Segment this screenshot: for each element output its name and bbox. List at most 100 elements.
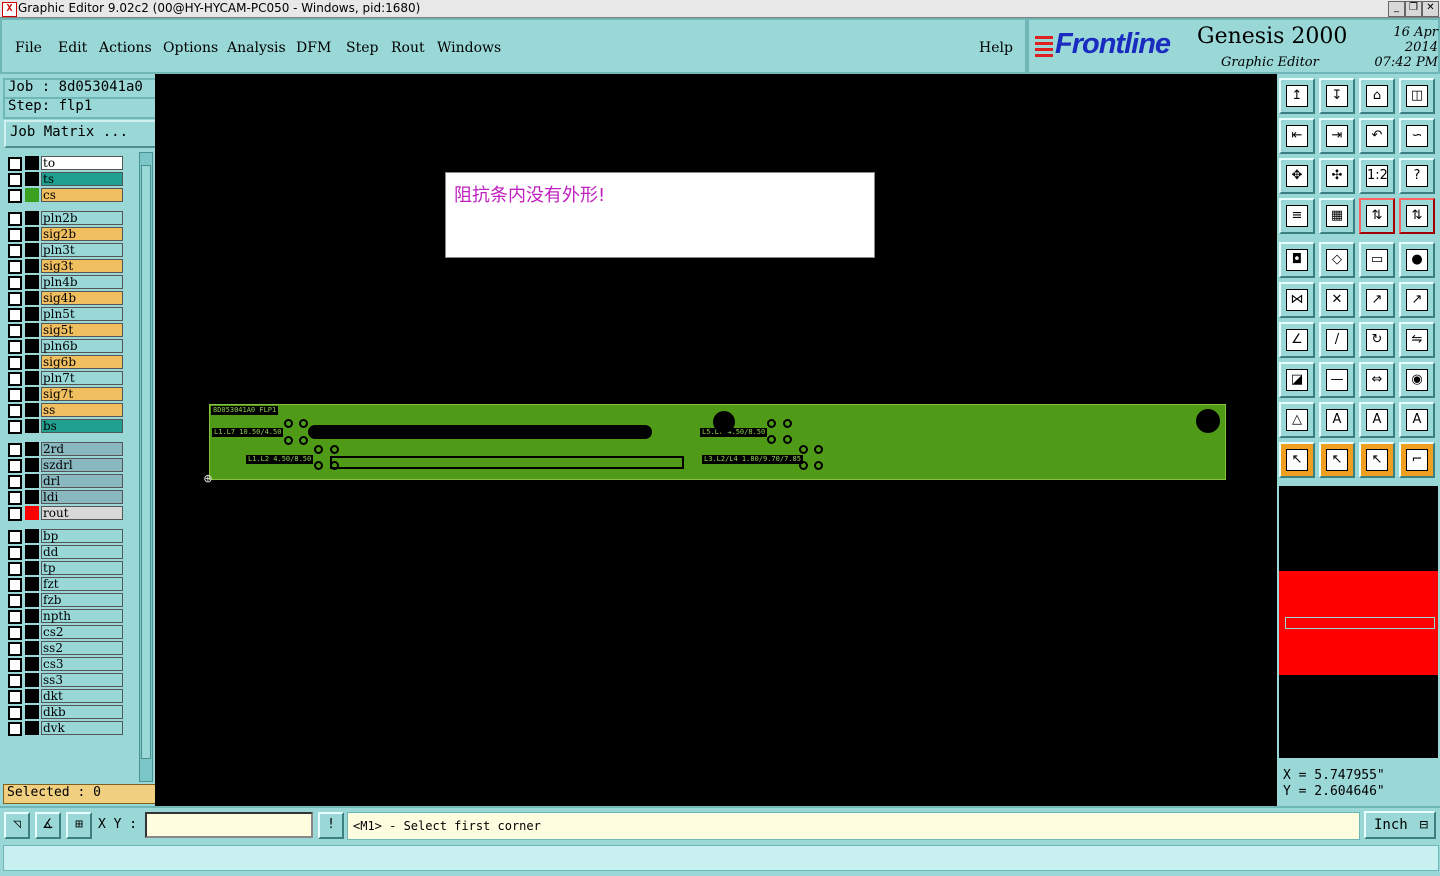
layer-visibility-checkbox[interactable] (8, 189, 22, 203)
graphic-canvas[interactable]: 阻抗条内没有外形! 8D053041A0 FLP1 L1.L7 10.50/4.… (155, 74, 1277, 806)
layer-color-swatch[interactable] (25, 387, 39, 401)
layer-name[interactable]: pln3t (41, 243, 123, 257)
layer-color-swatch[interactable] (25, 355, 39, 369)
layer-row-cs[interactable]: cs (5, 188, 125, 203)
layer-name[interactable]: bp (41, 529, 123, 543)
layer-color-swatch[interactable] (25, 291, 39, 305)
layer-color-swatch[interactable] (25, 657, 39, 671)
attribute-icon[interactable]: ◉ (1399, 362, 1435, 398)
layer-visibility-checkbox[interactable] (8, 388, 22, 402)
layer-row-pln3t[interactable]: pln3t (5, 243, 125, 258)
layer-name[interactable]: 2rd (41, 442, 123, 456)
layer-row-ss2[interactable]: ss2 (5, 641, 125, 656)
layer-color-swatch[interactable] (25, 419, 39, 433)
layer-row-pln2b[interactable]: pln2b (5, 211, 125, 226)
pan-right-icon[interactable]: ⇥ (1319, 118, 1355, 154)
menu-windows[interactable]: Windows (437, 40, 501, 56)
layer-name[interactable]: ldi (41, 490, 123, 504)
layer-visibility-checkbox[interactable] (8, 404, 22, 418)
layer-name[interactable]: sig3t (41, 259, 123, 273)
layer-color-swatch[interactable] (25, 307, 39, 321)
pcb-board[interactable]: 8D053041A0 FLP1 L1.L7 10.50/4.50 L1.L2 4… (209, 404, 1226, 480)
layer-row-fzb[interactable]: fzb (5, 593, 125, 608)
layer-name[interactable]: dvk (41, 721, 123, 735)
layer-row-2rd[interactable]: 2rd (5, 442, 125, 457)
layer-row-sig6b[interactable]: sig6b (5, 355, 125, 370)
ruler-icon[interactable]: ▭ (1359, 242, 1395, 278)
layer-color-swatch[interactable] (25, 474, 39, 488)
pointer-icon[interactable]: ↖ (1319, 442, 1355, 478)
grid-icon[interactable]: ⊞ (66, 812, 92, 839)
layer-color-swatch[interactable] (25, 490, 39, 504)
pan-left-icon[interactable]: ⇤ (1279, 118, 1315, 154)
layer-color-swatch[interactable] (25, 506, 39, 520)
menu-actions[interactable]: Actions (99, 40, 152, 56)
layer-visibility-checkbox[interactable] (8, 420, 22, 434)
layer-visibility-checkbox[interactable] (8, 324, 22, 338)
layer-name[interactable]: sig6b (41, 355, 123, 369)
text-icon[interactable]: A (1359, 402, 1395, 438)
layer-color-swatch[interactable] (25, 156, 39, 170)
layer-visibility-checkbox[interactable] (8, 212, 22, 226)
layer-name[interactable]: sig7t (41, 387, 123, 401)
layer-row-sig5t[interactable]: sig5t (5, 323, 125, 338)
minimize-button[interactable]: _ (1388, 1, 1405, 17)
layer-color-swatch[interactable] (25, 721, 39, 735)
layer-color-swatch[interactable] (25, 323, 39, 337)
layer-name[interactable]: dkb (41, 705, 123, 719)
select-icon[interactable]: ◘ (1279, 242, 1315, 278)
menu-help[interactable]: Help (979, 40, 1013, 56)
layer-color-swatch[interactable] (25, 339, 39, 353)
snap-red-icon[interactable]: ⇅ (1359, 198, 1395, 234)
layer-name[interactable]: fzb (41, 593, 123, 607)
layer-row-sig4b[interactable]: sig4b (5, 291, 125, 306)
menu-step[interactable]: Step (346, 40, 378, 56)
layer-color-swatch[interactable] (25, 275, 39, 289)
layer-name[interactable]: sig4b (41, 291, 123, 305)
layer-row-ss[interactable]: ss (5, 403, 125, 418)
menu-dfm[interactable]: DFM (296, 40, 331, 56)
layer-name[interactable]: rout (41, 506, 123, 520)
layer-visibility-checkbox[interactable] (8, 260, 22, 274)
route-icon[interactable]: ⌐ (1399, 442, 1435, 478)
layer-row-pln7t[interactable]: pln7t (5, 371, 125, 386)
layer-color-swatch[interactable] (25, 705, 39, 719)
layer-row-sig3t[interactable]: sig3t (5, 259, 125, 274)
layer-visibility-checkbox[interactable] (8, 610, 22, 624)
layer-name[interactable]: ss (41, 403, 123, 417)
layer-row-bp[interactable]: bp (5, 529, 125, 544)
undo-view-icon[interactable]: ↶ (1359, 118, 1395, 154)
layer-visibility-checkbox[interactable] (8, 722, 22, 736)
layer-visibility-checkbox[interactable] (8, 578, 22, 592)
menu-rout[interactable]: Rout (391, 40, 425, 56)
zoom-home-icon[interactable]: ↥ (1279, 78, 1315, 114)
layer-visibility-checkbox[interactable] (8, 562, 22, 576)
move-icon[interactable]: ◪ (1279, 362, 1315, 398)
layer-row-npth[interactable]: npth (5, 609, 125, 624)
layer-color-swatch[interactable] (25, 172, 39, 186)
layer-visibility-checkbox[interactable] (8, 292, 22, 306)
layer-visibility-checkbox[interactable] (8, 706, 22, 720)
layer-color-swatch[interactable] (25, 259, 39, 273)
layer-color-swatch[interactable] (25, 689, 39, 703)
text-icon[interactable]: A (1399, 402, 1435, 438)
layer-color-swatch[interactable] (25, 442, 39, 456)
overview-map[interactable] (1279, 486, 1438, 758)
layer-color-swatch[interactable] (25, 188, 39, 202)
layer-visibility-checkbox[interactable] (8, 642, 22, 656)
layer-name[interactable]: cs3 (41, 657, 123, 671)
snap-icon[interactable]: ◹ (4, 812, 30, 839)
zoom-ratio-icon[interactable]: 1:2 (1359, 158, 1395, 194)
layer-color-swatch[interactable] (25, 673, 39, 687)
cross-icon[interactable]: ✕ (1319, 282, 1355, 318)
alert-button[interactable]: ! (318, 812, 344, 839)
menu-options[interactable]: Options (163, 40, 218, 56)
layer-row-dd[interactable]: dd (5, 545, 125, 560)
segment-icon[interactable]: — (1319, 362, 1355, 398)
display-settings-icon[interactable]: ≡ (1279, 198, 1315, 234)
layer-color-swatch[interactable] (25, 609, 39, 623)
arc-icon[interactable]: ↗ (1399, 282, 1435, 318)
layer-color-swatch[interactable] (25, 529, 39, 543)
layer-visibility-checkbox[interactable] (8, 530, 22, 544)
layer-visibility-checkbox[interactable] (8, 594, 22, 608)
